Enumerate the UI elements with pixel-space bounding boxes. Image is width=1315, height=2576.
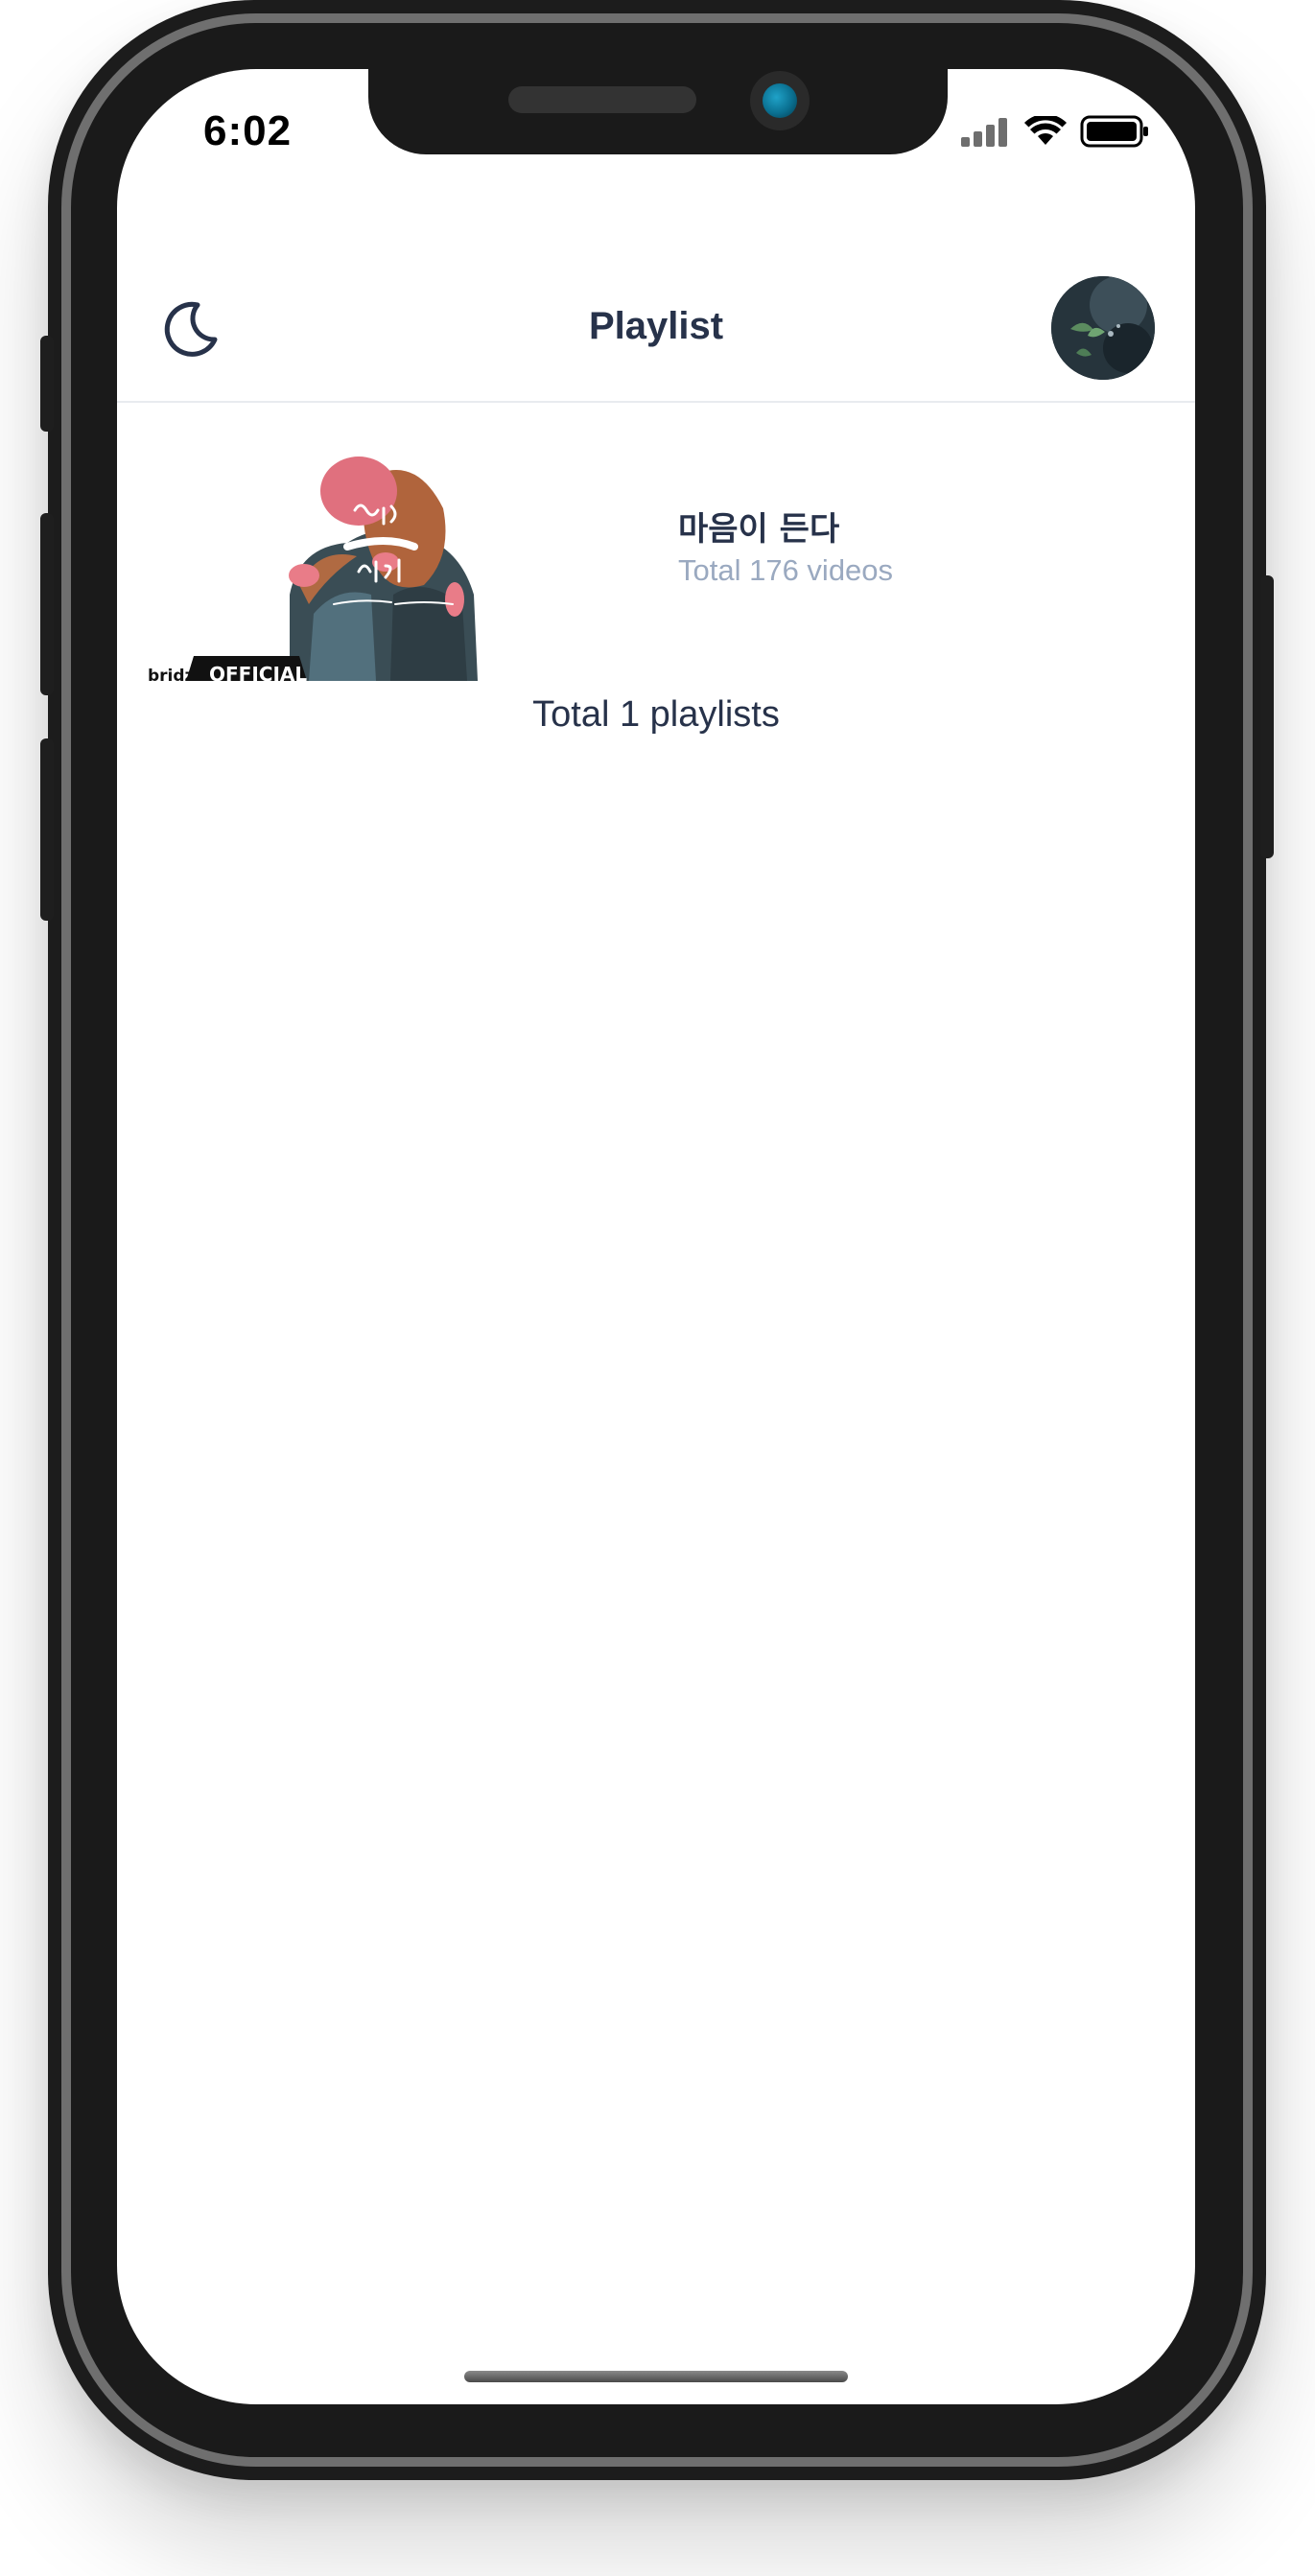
- home-indicator[interactable]: [464, 2371, 848, 2382]
- cellular-signal-icon: [961, 118, 1007, 147]
- front-camera: [750, 71, 810, 130]
- avatar-image: [1051, 276, 1155, 380]
- playlist-total: Total 1 playlists: [532, 694, 780, 735]
- playlist-item[interactable]: bridz OFFICIAL 마음이 든다 Total 176 videos: [117, 451, 1195, 681]
- status-icons: [961, 115, 1149, 148]
- avatar[interactable]: [1051, 276, 1155, 380]
- playlist-video-count: Total 176 videos: [678, 553, 894, 587]
- playlist-thumbnail: bridz OFFICIAL: [146, 451, 545, 681]
- playlist-meta: 마음이 든다 Total 176 videos: [678, 508, 893, 591]
- phone-frame: 6:02 Playlist bridz OFFICIAL 마음이 든다 Tota…: [40, 0, 1274, 2480]
- playlist-name: 마음이 든다: [678, 510, 840, 549]
- svg-text:OFFICIAL: OFFICIAL: [209, 663, 307, 681]
- status-time: 6:02: [203, 107, 293, 154]
- speaker-grille: [508, 86, 696, 113]
- power-button: [1260, 575, 1274, 858]
- page-title: Playlist: [588, 305, 724, 347]
- silent-switch: [40, 336, 54, 432]
- app-header: Playlist: [117, 211, 1195, 403]
- volume-up-button: [40, 513, 54, 695]
- volume-down-button: [40, 738, 54, 921]
- app-screen: 6:02 Playlist bridz OFFICIAL 마음이 든다 Tota…: [117, 69, 1195, 2404]
- notch: [368, 69, 948, 154]
- wifi-icon: [1024, 116, 1067, 145]
- battery-icon: [1080, 115, 1148, 148]
